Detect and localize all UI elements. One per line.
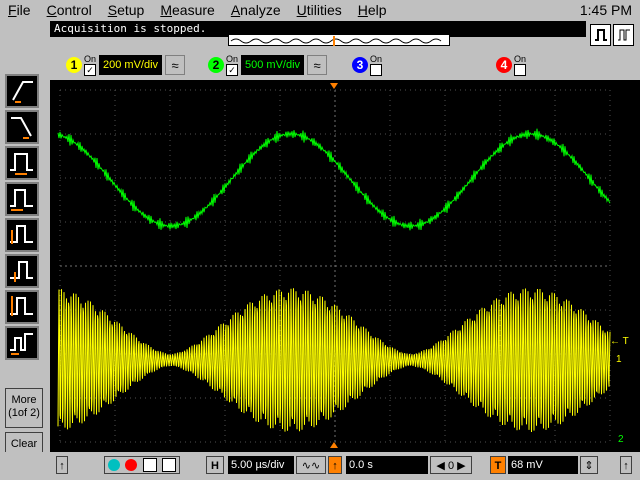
menu-control[interactable]: Control — [47, 2, 92, 18]
bottom-bar: ↑ H 5.00 µs/div ∿∿ ↑ 0.0 s ◀ 0 ▶ T 68 mV… — [0, 452, 640, 480]
horizontal-label[interactable]: H — [206, 456, 224, 474]
channel-2-ground-marker: 2 — [618, 434, 624, 445]
delay-field[interactable]: 0.0 s — [346, 456, 428, 474]
trigger-level-spinner-icon[interactable]: ⇕ — [580, 456, 598, 474]
menu-file[interactable]: File — [8, 2, 31, 18]
pulse-width-icon — [10, 153, 33, 175]
rising-edge-trigger-button[interactable] — [5, 74, 39, 108]
timeout-trigger-icon — [10, 296, 33, 316]
menu-analyze[interactable]: Analyze — [231, 2, 281, 18]
more-button[interactable]: More (1of 2) — [5, 388, 43, 428]
channel-2-control: 2 On ✓ 500 mV/div ≈ — [208, 52, 328, 78]
channel-1-badge[interactable]: 1 — [66, 57, 82, 73]
timebase-scale-field[interactable]: 5.00 µs/div — [228, 456, 294, 474]
delay-marker-icon — [330, 442, 338, 448]
setup-hold-trigger-button[interactable] — [5, 254, 39, 288]
channel-2-on-label: On — [226, 53, 239, 64]
delay-marker-button[interactable]: ↑ — [328, 456, 342, 474]
rising-edge-icon — [12, 81, 33, 103]
channel-2-scale[interactable]: 500 mV/div — [241, 55, 305, 75]
timeout-trigger-button[interactable] — [5, 290, 39, 324]
transition-trigger-button[interactable] — [5, 326, 39, 360]
run-mode-icon — [617, 29, 630, 41]
trigger-level-label: ← T — [610, 336, 629, 347]
channel-1-scale[interactable]: 200 mV/div — [99, 55, 163, 75]
quick-tools — [104, 456, 180, 474]
waveform-overview-icon — [230, 36, 442, 46]
channel-4-control: 4 On — [496, 52, 526, 78]
channel-2-badge[interactable]: 2 — [208, 57, 224, 73]
channel-1-coupling-icon[interactable]: ≈ — [165, 55, 186, 75]
channel-4-badge[interactable]: 4 — [496, 57, 512, 73]
transition-trigger-icon — [10, 333, 33, 355]
scroll-left-icon[interactable]: ↑ — [56, 456, 68, 474]
channel-2-waveform — [57, 128, 611, 231]
channel-1-on-label: On — [84, 53, 97, 64]
falling-edge-icon — [11, 117, 32, 139]
autoscale-icon[interactable] — [107, 459, 120, 471]
trigger-toolbar: More (1of 2) Clear All — [0, 66, 48, 472]
save-icon[interactable] — [142, 458, 157, 472]
pattern-trigger-button[interactable] — [5, 182, 39, 216]
menu-measure[interactable]: Measure — [160, 2, 214, 18]
glitch-trigger-button[interactable] — [5, 218, 39, 252]
channel-1-checkbox[interactable]: ✓ — [84, 63, 96, 76]
run-control — [590, 24, 634, 46]
pulse-icon — [594, 29, 607, 41]
glitch-trigger-icon — [10, 225, 33, 244]
channel-4-on-label: On — [514, 53, 527, 64]
channel-2-coupling-icon[interactable]: ≈ — [307, 55, 328, 75]
trigger-time-marker-icon — [330, 83, 338, 89]
acquisition-overview[interactable] — [228, 34, 450, 46]
delay-arrows-icon[interactable]: ◀ 0 ▶ — [430, 456, 472, 474]
channel-bar: 1 On ✓ 200 mV/div ≈ 2 On ✓ 500 mV/div ≈ … — [50, 50, 640, 80]
channel-3-on-label: On — [370, 53, 383, 64]
trigger-level-field[interactable]: 68 mV — [508, 456, 578, 474]
print-icon[interactable] — [162, 458, 177, 472]
run-mode-button[interactable] — [613, 24, 634, 46]
channel-2-checkbox[interactable]: ✓ — [226, 63, 238, 76]
channel-1-ground-marker: 1 — [616, 354, 622, 365]
waveform-graticule: ← T 1 2 — [57, 83, 629, 448]
timebase-adjust-icon[interactable]: ∿∿ — [296, 456, 326, 474]
channel-3-checkbox[interactable] — [370, 63, 382, 76]
falling-edge-trigger-button[interactable] — [5, 110, 39, 144]
trigger-label[interactable]: T — [490, 456, 506, 474]
single-run-button[interactable] — [590, 24, 611, 46]
menu-utilities[interactable]: Utilities — [297, 2, 342, 18]
channel-3-badge[interactable]: 3 — [352, 57, 368, 73]
record-icon[interactable] — [125, 459, 138, 471]
menu-setup[interactable]: Setup — [108, 2, 145, 18]
clock: 1:45 PM — [579, 2, 632, 18]
pulse-width-trigger-button[interactable] — [5, 146, 39, 180]
channel-1-control: 1 On ✓ 200 mV/div ≈ — [66, 52, 186, 78]
channel-4-checkbox[interactable] — [514, 63, 526, 76]
scroll-right-icon[interactable]: ↑ — [620, 456, 632, 474]
menu-help[interactable]: Help — [358, 2, 387, 18]
setup-hold-icon — [10, 261, 33, 282]
waveform-display[interactable]: ← T 1 2 — [50, 80, 640, 452]
channel-3-control: 3 On — [352, 52, 382, 78]
pattern-trigger-icon — [10, 189, 33, 211]
menu-bar: File Control Setup Measure Analyze Utili… — [0, 0, 640, 20]
